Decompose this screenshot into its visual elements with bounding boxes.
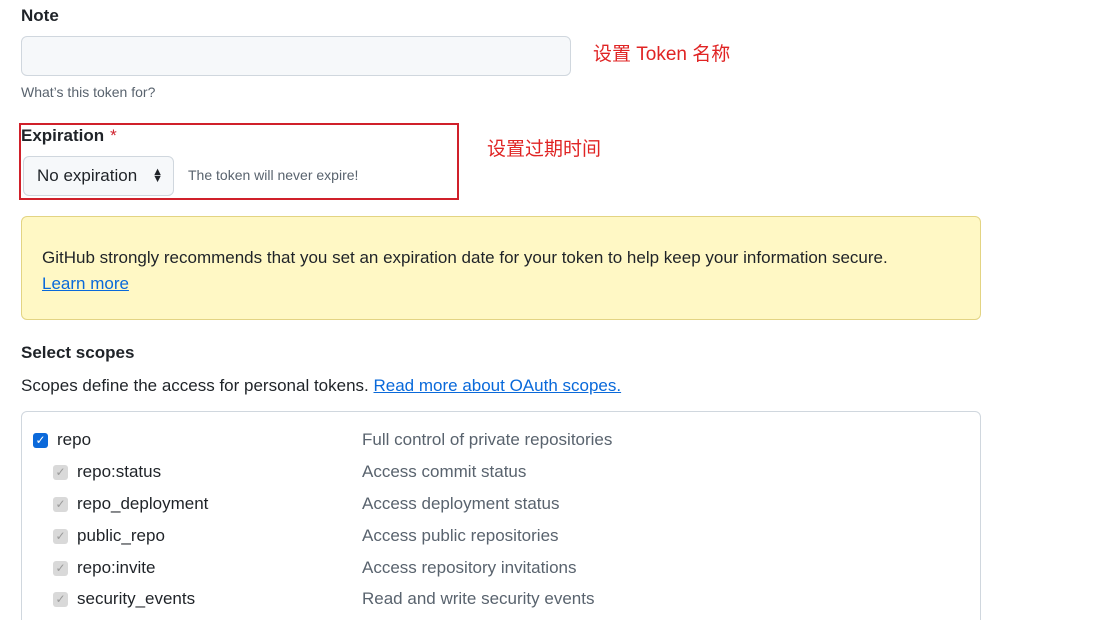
flash-text: GitHub strongly recommends that you set … <box>42 248 888 267</box>
scope-row[interactable]: ✓ public_repo Access public repositories <box>22 521 980 551</box>
scope-checkbox[interactable]: ✓ <box>33 433 48 448</box>
expiration-message: The token will never expire! <box>188 167 359 183</box>
learn-more-link[interactable]: Learn more <box>42 274 129 293</box>
expiration-label-text: Expiration <box>21 126 105 145</box>
scope-checkbox[interactable]: ✓ <box>53 465 68 480</box>
expiration-label: Expiration * <box>21 126 117 146</box>
scope-name: public_repo <box>77 526 165 545</box>
scope-checkbox[interactable]: ✓ <box>53 529 68 544</box>
scopes-description: Scopes define the access for personal to… <box>21 376 621 396</box>
token-settings-page: Note What’s this token for? 设置 Token 名称 … <box>0 0 1120 620</box>
expiration-select[interactable]: No expiration ▲ ▼ <box>23 156 174 196</box>
scope-name: repo <box>57 430 92 449</box>
scope-row[interactable]: ✓ repo:status Access commit status <box>22 457 980 487</box>
scope-description: Access repository invitations <box>362 558 577 577</box>
note-input[interactable] <box>21 36 571 76</box>
note-label: Note <box>21 6 59 25</box>
scope-row[interactable]: ✓ repo_deployment Access deployment status <box>22 489 980 519</box>
oauth-scopes-link[interactable]: Read more about OAuth scopes. <box>374 376 622 395</box>
scopes-description-text: Scopes define the access for personal to… <box>21 376 369 395</box>
scope-checkbox[interactable]: ✓ <box>53 592 68 607</box>
scope-checkbox[interactable]: ✓ <box>53 497 68 512</box>
scope-description: Access public repositories <box>362 526 559 545</box>
scope-name: repo_deployment <box>77 494 209 513</box>
required-mark: * <box>110 126 117 145</box>
scope-row[interactable]: ✓ repo:invite Access repository invitation… <box>22 553 980 583</box>
scope-description: Access deployment status <box>362 494 560 513</box>
scopes-list: ✓ repo Full control of private repositorie… <box>21 411 981 620</box>
scope-row[interactable]: ✓ repo Full control of private repositorie… <box>22 425 980 455</box>
expiration-warning-flash: GitHub strongly recommends that you set … <box>21 216 981 320</box>
expiration-annotation: 设置过期时间 <box>487 139 602 160</box>
scopes-label: Select scopes <box>21 343 135 362</box>
scope-name: repo:status <box>77 462 162 481</box>
select-arrows-icon: ▲ ▼ <box>152 166 163 185</box>
scope-description: Access commit status <box>362 462 527 481</box>
note-hint: What’s this token for? <box>21 84 156 100</box>
scope-name: security_events <box>77 589 196 608</box>
expiration-select-value: No expiration <box>37 166 138 185</box>
scope-checkbox[interactable]: ✓ <box>53 561 68 576</box>
scope-row[interactable]: ✓ security_events Read and write security … <box>22 584 980 614</box>
scope-description: Read and write security events <box>362 589 595 608</box>
scope-name: repo:invite <box>77 558 156 577</box>
note-annotation: 设置 Token 名称 <box>593 44 731 65</box>
scope-description: Full control of private repositories <box>362 430 613 449</box>
